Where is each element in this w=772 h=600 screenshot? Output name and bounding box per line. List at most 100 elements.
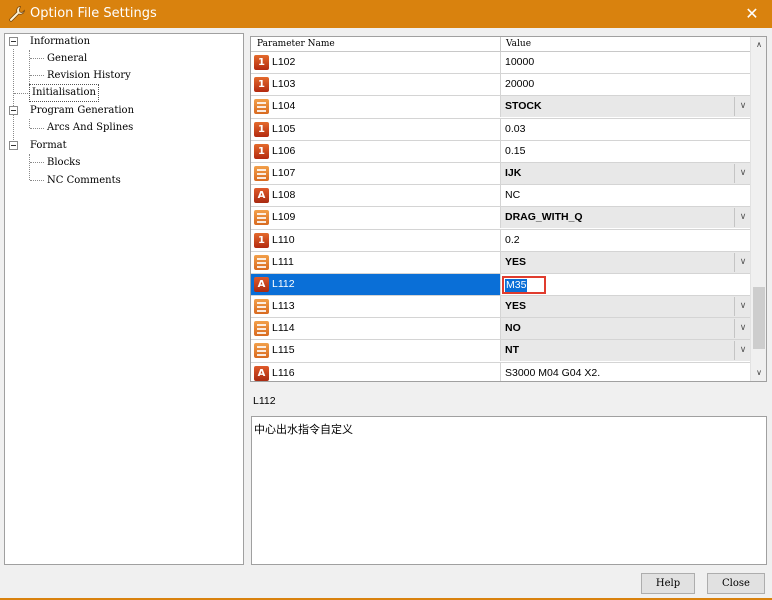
collapse-icon[interactable] (9, 106, 18, 115)
table-row[interactable]: A L116 S3000 M04 G04 X2. (251, 362, 751, 381)
name-cell[interactable]: 1 L110 (251, 230, 500, 251)
table-row[interactable]: L107 IJK ∨ (251, 162, 752, 186)
numeric-icon: 1 (254, 55, 269, 70)
name-cell[interactable]: L113 (251, 296, 500, 317)
value-dropdown[interactable]: IJK ∨ (501, 162, 752, 184)
tree-line (30, 75, 44, 76)
table-row[interactable]: L111 YES ∨ (251, 251, 752, 274)
value-dropdown[interactable]: DRAG_WITH_Q ∨ (501, 207, 752, 229)
value-dropdown[interactable]: NT ∨ (501, 340, 752, 362)
column-header-name[interactable]: Parameter Name (257, 39, 335, 49)
close-window-icon[interactable]: ✕ (732, 0, 772, 28)
chevron-down-icon[interactable]: ∨ (734, 163, 751, 183)
name-cell[interactable]: L104 (251, 96, 500, 117)
value-cell[interactable]: NO ∨ (500, 318, 752, 340)
value-cell[interactable]: 0.03 (500, 118, 751, 140)
value-cell[interactable]: IJK ∨ (500, 162, 752, 184)
chevron-down-icon[interactable]: ∨ (734, 297, 751, 317)
vertical-scrollbar[interactable]: ∧ ∨ (750, 37, 766, 381)
table-row[interactable]: L115 NT ∨ (251, 340, 752, 363)
column-header-value[interactable]: Value (506, 39, 531, 49)
table-row[interactable]: 1 L103 20000 (251, 74, 751, 97)
tree-item-initialisation[interactable]: Initialisation (29, 84, 99, 102)
parameter-name: L102 (272, 56, 296, 68)
parameter-name: L114 (272, 322, 295, 335)
name-cell[interactable]: L109 (251, 207, 500, 228)
name-cell[interactable]: 1 L105 (251, 119, 500, 140)
tree-item-nc-comments[interactable]: NC Comments (47, 173, 121, 189)
value-cell[interactable]: YES ∨ (500, 296, 752, 318)
scroll-down-icon[interactable]: ∨ (751, 365, 766, 381)
value-dropdown[interactable]: YES ∨ (501, 251, 752, 273)
value-cell[interactable]: NC (500, 185, 751, 207)
value-cell[interactable]: 20000 (500, 74, 751, 96)
value-dropdown[interactable]: STOCK ∨ (501, 96, 752, 118)
chevron-down-icon[interactable]: ∨ (734, 341, 751, 361)
chevron-down-icon[interactable]: ∨ (734, 208, 751, 228)
value-cell[interactable]: S3000 M04 G04 X2. (500, 362, 751, 381)
value-cell[interactable]: NT ∨ (500, 340, 752, 362)
chevron-down-icon[interactable]: ∨ (734, 319, 751, 339)
value-cell[interactable]: 0.15 (500, 140, 751, 162)
tree-line (14, 93, 28, 94)
list-icon (254, 99, 269, 115)
numeric-icon: 1 (254, 77, 269, 93)
name-cell[interactable]: 1 L102 (251, 52, 500, 73)
name-cell[interactable]: A L112 (251, 273, 500, 295)
table-row[interactable]: 1 L102 10000 (251, 52, 751, 75)
name-cell[interactable]: 1 L103 (251, 74, 500, 95)
collapse-icon[interactable] (9, 37, 18, 46)
list-icon (254, 299, 269, 315)
table-row[interactable]: L114 NO ∨ (251, 318, 752, 341)
table-row[interactable]: L113 YES ∨ (251, 296, 752, 319)
name-cell[interactable]: L107 (251, 163, 500, 184)
list-icon (254, 343, 269, 359)
table-row[interactable]: 1 L105 0.03 (251, 118, 751, 141)
dropdown-value: YES (505, 300, 527, 313)
description-box[interactable]: 中心出水指令自定义 (251, 416, 767, 565)
column-separator[interactable] (500, 37, 501, 52)
value-dropdown[interactable]: NO ∨ (501, 318, 752, 340)
name-cell[interactable]: A L116 (251, 363, 500, 381)
value-dropdown[interactable]: YES ∨ (501, 296, 752, 318)
table-row[interactable]: 1 L110 0.2 (251, 229, 751, 252)
tree-item-blocks[interactable]: Blocks (47, 155, 80, 171)
parameter-name: L104 (272, 100, 296, 113)
scroll-up-icon[interactable]: ∧ (751, 37, 766, 53)
table-row[interactable]: 1 L106 0.15 (251, 140, 751, 163)
tree-item-information[interactable]: Information (30, 34, 90, 50)
tree-item-arcs-and-splines[interactable]: Arcs And Splines (47, 120, 133, 136)
parameter-value: S3000 M04 G04 X2. (505, 366, 601, 379)
scroll-thumb[interactable] (753, 287, 765, 349)
value-cell[interactable]: YES ∨ (500, 251, 752, 273)
tree-item-general[interactable]: General (47, 51, 87, 67)
chevron-down-icon[interactable]: ∨ (734, 252, 751, 272)
tree-line (29, 119, 30, 128)
value-cell[interactable]: STOCK ∨ (500, 96, 752, 118)
collapse-icon[interactable] (9, 141, 18, 150)
table-row[interactable]: L109 DRAG_WITH_Q ∨ (251, 207, 752, 230)
parameter-name: L110 (272, 233, 295, 246)
tree-item-format[interactable]: Format (30, 138, 67, 154)
name-cell[interactable]: A L108 (251, 185, 500, 206)
value-cell[interactable]: 10000 (500, 52, 751, 73)
help-button[interactable]: Help (641, 573, 695, 594)
chevron-down-icon[interactable]: ∨ (734, 97, 751, 117)
close-button[interactable]: Close (707, 573, 765, 594)
parameter-value: 20000 (505, 78, 535, 91)
value-edit-field[interactable]: M35 (502, 275, 546, 294)
table-row-selected[interactable]: A L112 M35 (251, 273, 751, 297)
value-cell[interactable]: DRAG_WITH_Q ∨ (500, 207, 752, 229)
tree-item-program-generation[interactable]: Program Generation (30, 103, 134, 119)
grid-rows: 1 L102 10000 1 L103 20000 L104 STOCK ∨ 1… (251, 52, 752, 381)
name-cell[interactable]: L114 (251, 318, 500, 339)
name-cell[interactable]: L111 (251, 252, 500, 273)
table-row[interactable]: A L108 NC (251, 185, 751, 208)
name-cell[interactable]: 1 L106 (251, 141, 500, 162)
name-cell[interactable]: L115 (251, 340, 500, 361)
value-cell[interactable]: M35 (500, 273, 751, 295)
table-row[interactable]: L104 STOCK ∨ (251, 96, 752, 119)
dropdown-value: YES (505, 255, 527, 268)
value-cell[interactable]: 0.2 (500, 229, 751, 251)
tree-item-revision-history[interactable]: Revision History (47, 68, 131, 84)
